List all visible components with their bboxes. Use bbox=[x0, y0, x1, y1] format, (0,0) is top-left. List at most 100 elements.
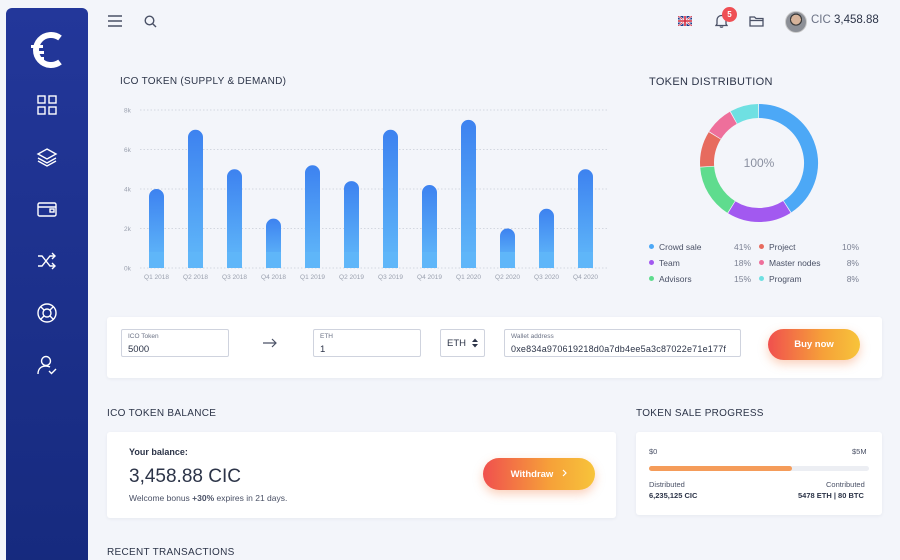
brand-logo[interactable] bbox=[29, 30, 69, 70]
chart-bar-q4-2020[interactable] bbox=[578, 169, 593, 260]
header-balance-currency: CIC bbox=[811, 14, 831, 26]
chevron-right-icon bbox=[562, 469, 568, 480]
y-tick-label: 0k bbox=[124, 266, 132, 273]
x-tick-label: Q2 2020 bbox=[495, 274, 520, 281]
bonus-note-prefix: Welcome bonus bbox=[129, 493, 193, 503]
legend-percent: 8% bbox=[846, 274, 859, 284]
bonus-note-suffix: expires in 21 days. bbox=[214, 493, 288, 503]
legend-dot bbox=[649, 244, 654, 249]
legend-label: Team bbox=[659, 258, 680, 268]
x-tick-label: Q1 2018 bbox=[144, 274, 169, 281]
contributed-value: 5478 ETH | 80 BTC bbox=[798, 491, 864, 500]
dashboard-grid-icon[interactable] bbox=[34, 92, 60, 118]
header-balance-value: 3,458.88 bbox=[834, 14, 879, 26]
search-icon[interactable] bbox=[142, 13, 158, 29]
wallet-address-field[interactable]: Wallet address 0xe834a970619218d0a7db4ee… bbox=[504, 329, 741, 357]
wallet-icon[interactable] bbox=[34, 196, 60, 222]
arrow-right-icon bbox=[262, 336, 278, 350]
legend-dot bbox=[649, 276, 654, 281]
chart-bar-base bbox=[383, 252, 398, 268]
chart-bar-q3-2018[interactable] bbox=[227, 169, 242, 260]
eth-amount-field[interactable]: ETH 1 bbox=[313, 329, 421, 357]
chart-bar-q4-2019[interactable] bbox=[422, 185, 437, 260]
menu-hamburger-icon[interactable] bbox=[107, 13, 123, 29]
currency-select-value: ETH bbox=[447, 337, 466, 349]
folder-icon[interactable] bbox=[748, 13, 764, 29]
legend-percent: 41% bbox=[733, 242, 751, 252]
chart-bar-base bbox=[500, 252, 515, 268]
donut-segment-advisors[interactable] bbox=[700, 166, 736, 213]
balance-amount: 3,458.88 CIC bbox=[129, 466, 241, 487]
y-tick-label: 2k bbox=[124, 226, 132, 233]
currency-select[interactable]: ETH bbox=[440, 329, 485, 357]
donut-segment-master-nodes[interactable] bbox=[709, 111, 738, 140]
legend-percent: 15% bbox=[733, 274, 751, 284]
shuffle-icon[interactable] bbox=[34, 248, 60, 274]
updown-chevron-icon bbox=[472, 338, 478, 351]
chart-bar-q2-2019[interactable] bbox=[344, 181, 359, 260]
legend-item-project: Project bbox=[759, 242, 795, 252]
progress-min: $0 bbox=[649, 447, 658, 456]
x-tick-label: Q4 2019 bbox=[417, 274, 442, 281]
donut-segment-team[interactable] bbox=[728, 200, 791, 222]
chart-bar-base bbox=[266, 252, 281, 268]
uk-flag-icon[interactable] bbox=[678, 16, 692, 26]
chart-bar-base bbox=[539, 252, 554, 268]
chart-bar-q1-2018[interactable] bbox=[149, 189, 164, 260]
distributed-label: Distributed bbox=[649, 480, 685, 489]
sale-progress-bar bbox=[649, 466, 869, 471]
legend-percent: 18% bbox=[733, 258, 751, 268]
progress-section-title: TOKEN SALE PROGRESS bbox=[636, 408, 764, 419]
y-tick-label: 8k bbox=[124, 108, 132, 115]
distributed-value: 6,235,125 CIC bbox=[649, 491, 698, 500]
chart-bar-base bbox=[578, 252, 593, 268]
notification-badge: 5 bbox=[722, 7, 737, 22]
legend-dot bbox=[759, 244, 764, 249]
legend-item-crowd-sale: Crowd sale bbox=[649, 242, 702, 252]
withdraw-button[interactable]: Withdraw bbox=[483, 458, 595, 490]
legend-percent: 8% bbox=[846, 258, 859, 268]
legend-percent: 10% bbox=[841, 242, 859, 252]
legend-dot bbox=[759, 276, 764, 281]
legend-label: Project bbox=[769, 242, 796, 252]
x-tick-label: Q1 2020 bbox=[456, 274, 481, 281]
x-tick-label: Q3 2020 bbox=[534, 274, 559, 281]
support-lifebuoy-icon[interactable] bbox=[34, 300, 60, 326]
y-tick-label: 6k bbox=[124, 147, 132, 154]
x-tick-label: Q1 2019 bbox=[300, 274, 325, 281]
x-tick-label: Q2 2019 bbox=[339, 274, 364, 281]
x-tick-label: Q2 2018 bbox=[183, 274, 208, 281]
contributed-label: Contributed bbox=[826, 480, 865, 489]
chart-bar-base bbox=[227, 252, 242, 268]
legend-label: Program bbox=[769, 274, 802, 284]
user-check-icon[interactable] bbox=[34, 352, 60, 378]
ico-token-field[interactable]: ICO Token 5000 bbox=[121, 329, 229, 357]
donut-segment-project[interactable] bbox=[700, 132, 721, 167]
bonus-note-percent: +30% bbox=[192, 493, 215, 503]
chart-bar-base bbox=[344, 252, 359, 268]
y-tick-label: 4k bbox=[124, 187, 132, 194]
progress-card bbox=[636, 432, 882, 515]
x-tick-label: Q4 2020 bbox=[573, 274, 598, 281]
chart-bar-q3-2019[interactable] bbox=[383, 129, 398, 260]
eth-amount-field-value: 1 bbox=[320, 344, 326, 355]
chart-bar-q2-2018[interactable] bbox=[188, 129, 203, 260]
balance-section-title: ICO TOKEN BALANCE bbox=[107, 408, 217, 419]
chart-bar-base bbox=[422, 252, 437, 268]
buy-now-button[interactable]: Buy now bbox=[768, 329, 860, 360]
token-distribution-donut: 100% bbox=[700, 104, 818, 222]
user-avatar[interactable] bbox=[785, 11, 807, 33]
recent-transactions-title: RECENT TRANSACTIONS bbox=[107, 547, 235, 558]
legend-dot bbox=[759, 260, 764, 265]
chart-bar-q1-2020[interactable] bbox=[461, 119, 476, 260]
x-tick-label: Q3 2018 bbox=[222, 274, 247, 281]
ico-token-field-value: 5000 bbox=[128, 344, 150, 355]
sale-progress-fill bbox=[649, 466, 792, 471]
donut-segment-program[interactable] bbox=[730, 104, 759, 124]
layers-icon[interactable] bbox=[34, 144, 60, 170]
ico-token-field-label: ICO Token bbox=[128, 333, 159, 340]
sidebar bbox=[6, 8, 88, 560]
ico-token-bar-chart: Q1 2018 Q2 2018 Q3 2018 Q4 2018 Q1 2019 Q2 20… bbox=[124, 108, 608, 281]
chart-bar-q1-2019[interactable] bbox=[305, 165, 320, 260]
withdraw-label: Withdraw bbox=[510, 468, 554, 480]
